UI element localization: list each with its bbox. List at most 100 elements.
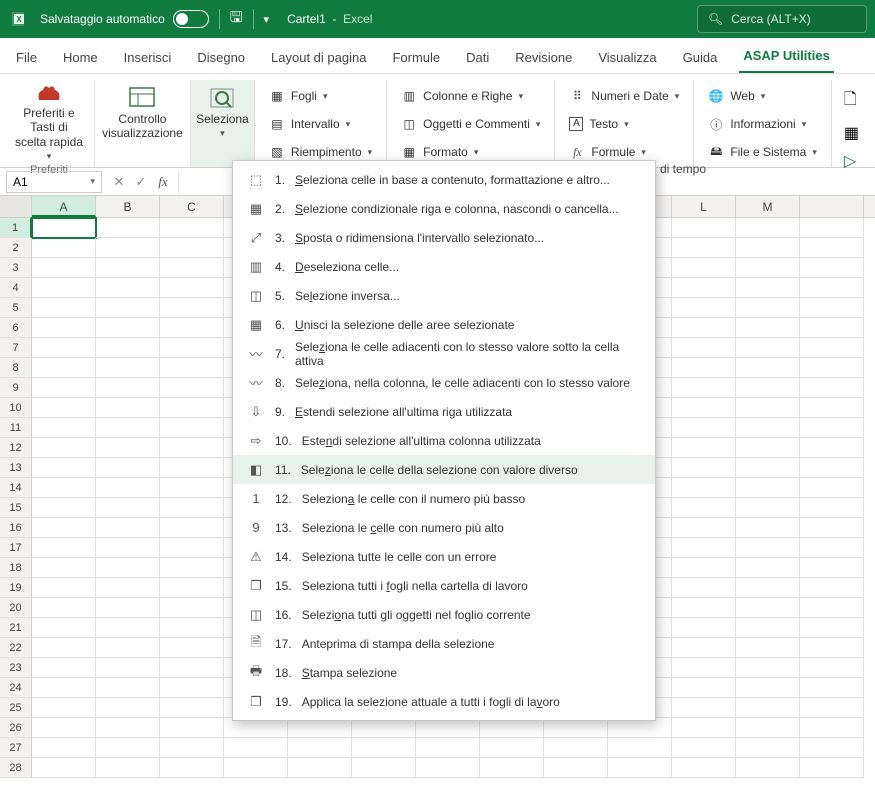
- cell[interactable]: [672, 518, 736, 538]
- row-header[interactable]: 25: [0, 698, 32, 718]
- cell[interactable]: [160, 358, 224, 378]
- cell[interactable]: [608, 758, 672, 778]
- menu-item[interactable]: ▦2.Selezione condizionale riga e colonna…: [233, 194, 655, 223]
- column-header[interactable]: B: [96, 196, 160, 217]
- cell[interactable]: [96, 338, 160, 358]
- cell[interactable]: [672, 758, 736, 778]
- menu-item[interactable]: ⇨10.Estendi selezione all'ultima colonna…: [233, 426, 655, 455]
- column-header[interactable]: A: [32, 196, 96, 217]
- tab-layout[interactable]: Layout di pagina: [267, 42, 370, 73]
- cell[interactable]: [672, 318, 736, 338]
- cell[interactable]: [32, 578, 96, 598]
- cell[interactable]: [224, 738, 288, 758]
- cell[interactable]: [160, 238, 224, 258]
- controllo-visualizzazione-button[interactable]: Controllo visualizzazione: [102, 86, 183, 141]
- cell[interactable]: [32, 598, 96, 618]
- menu-item[interactable]: 913.Seleziona le celle con numero più al…: [233, 513, 655, 542]
- menu-item[interactable]: ◫16.Seleziona tutti gli oggetti nel fogl…: [233, 600, 655, 629]
- cell[interactable]: [352, 758, 416, 778]
- row-header[interactable]: 23: [0, 658, 32, 678]
- cell[interactable]: [736, 298, 800, 318]
- cell[interactable]: [736, 558, 800, 578]
- cell[interactable]: [96, 378, 160, 398]
- cell[interactable]: [544, 738, 608, 758]
- cell[interactable]: [96, 318, 160, 338]
- cell[interactable]: [160, 338, 224, 358]
- search-box[interactable]: 🔍︎ Cerca (ALT+X): [697, 5, 867, 33]
- cell[interactable]: [672, 498, 736, 518]
- cell[interactable]: [96, 438, 160, 458]
- cell[interactable]: [672, 678, 736, 698]
- menu-item[interactable]: ❐15.Seleziona tutti i fogli nella cartel…: [233, 571, 655, 600]
- cell[interactable]: [736, 518, 800, 538]
- cell[interactable]: [672, 738, 736, 758]
- cell[interactable]: [800, 358, 864, 378]
- cell[interactable]: [32, 498, 96, 518]
- cell[interactable]: [800, 718, 864, 738]
- cell[interactable]: [32, 238, 96, 258]
- row-header[interactable]: 18: [0, 558, 32, 578]
- menu-item[interactable]: ⇩9.Estendi selezione all'ultima riga uti…: [233, 397, 655, 426]
- cell[interactable]: [160, 598, 224, 618]
- cell[interactable]: [32, 318, 96, 338]
- cell[interactable]: [160, 538, 224, 558]
- tab-revisione[interactable]: Revisione: [511, 42, 576, 73]
- toggle-switch[interactable]: [173, 10, 209, 28]
- seleziona-button[interactable]: Seleziona ▾: [196, 86, 249, 139]
- cell[interactable]: [800, 238, 864, 258]
- cell[interactable]: [96, 518, 160, 538]
- cell[interactable]: [32, 398, 96, 418]
- cell[interactable]: [352, 718, 416, 738]
- cell[interactable]: [32, 358, 96, 378]
- cell[interactable]: [800, 598, 864, 618]
- menu-item[interactable]: 〰7.Seleziona le celle adiacenti con lo s…: [233, 339, 655, 368]
- row-header[interactable]: 8: [0, 358, 32, 378]
- cell[interactable]: [800, 398, 864, 418]
- cell[interactable]: [32, 758, 96, 778]
- row-header[interactable]: 12: [0, 438, 32, 458]
- cell[interactable]: [32, 538, 96, 558]
- cell[interactable]: [608, 738, 672, 758]
- select-all-corner[interactable]: [0, 196, 32, 217]
- cell[interactable]: [160, 398, 224, 418]
- cell[interactable]: [736, 458, 800, 478]
- cell[interactable]: [96, 598, 160, 618]
- cell[interactable]: [96, 398, 160, 418]
- cell[interactable]: [736, 338, 800, 358]
- cancel-icon[interactable]: ✕: [108, 174, 130, 190]
- cell[interactable]: [736, 238, 800, 258]
- cell[interactable]: [800, 338, 864, 358]
- cell[interactable]: [32, 478, 96, 498]
- cell[interactable]: [160, 498, 224, 518]
- confirm-icon[interactable]: ✓: [130, 174, 152, 190]
- row-header[interactable]: 2: [0, 238, 32, 258]
- cell[interactable]: [96, 358, 160, 378]
- cell[interactable]: [800, 678, 864, 698]
- row-header[interactable]: 28: [0, 758, 32, 778]
- cell[interactable]: [32, 298, 96, 318]
- cell[interactable]: [32, 678, 96, 698]
- cell[interactable]: [800, 538, 864, 558]
- cell[interactable]: [32, 638, 96, 658]
- menu-item[interactable]: ⤢3.Sposta o ridimensiona l'intervallo se…: [233, 223, 655, 252]
- cell[interactable]: [800, 418, 864, 438]
- row-header[interactable]: 20: [0, 598, 32, 618]
- cell[interactable]: [96, 738, 160, 758]
- cell[interactable]: [736, 398, 800, 418]
- cell[interactable]: [160, 518, 224, 538]
- cell[interactable]: [672, 338, 736, 358]
- row-header[interactable]: 17: [0, 538, 32, 558]
- cell[interactable]: [672, 618, 736, 638]
- cell[interactable]: [544, 758, 608, 778]
- menu-item[interactable]: ▦6.Unisci la selezione delle aree selezi…: [233, 310, 655, 339]
- numeri-date-button[interactable]: ⠿Numeri e Date▾: [565, 84, 683, 108]
- row-header[interactable]: 10: [0, 398, 32, 418]
- cell[interactable]: [800, 578, 864, 598]
- cell[interactable]: [672, 538, 736, 558]
- cell[interactable]: [800, 758, 864, 778]
- cell[interactable]: [96, 418, 160, 438]
- cell[interactable]: [800, 478, 864, 498]
- cell[interactable]: [160, 718, 224, 738]
- cell[interactable]: [32, 218, 96, 238]
- cell[interactable]: [160, 478, 224, 498]
